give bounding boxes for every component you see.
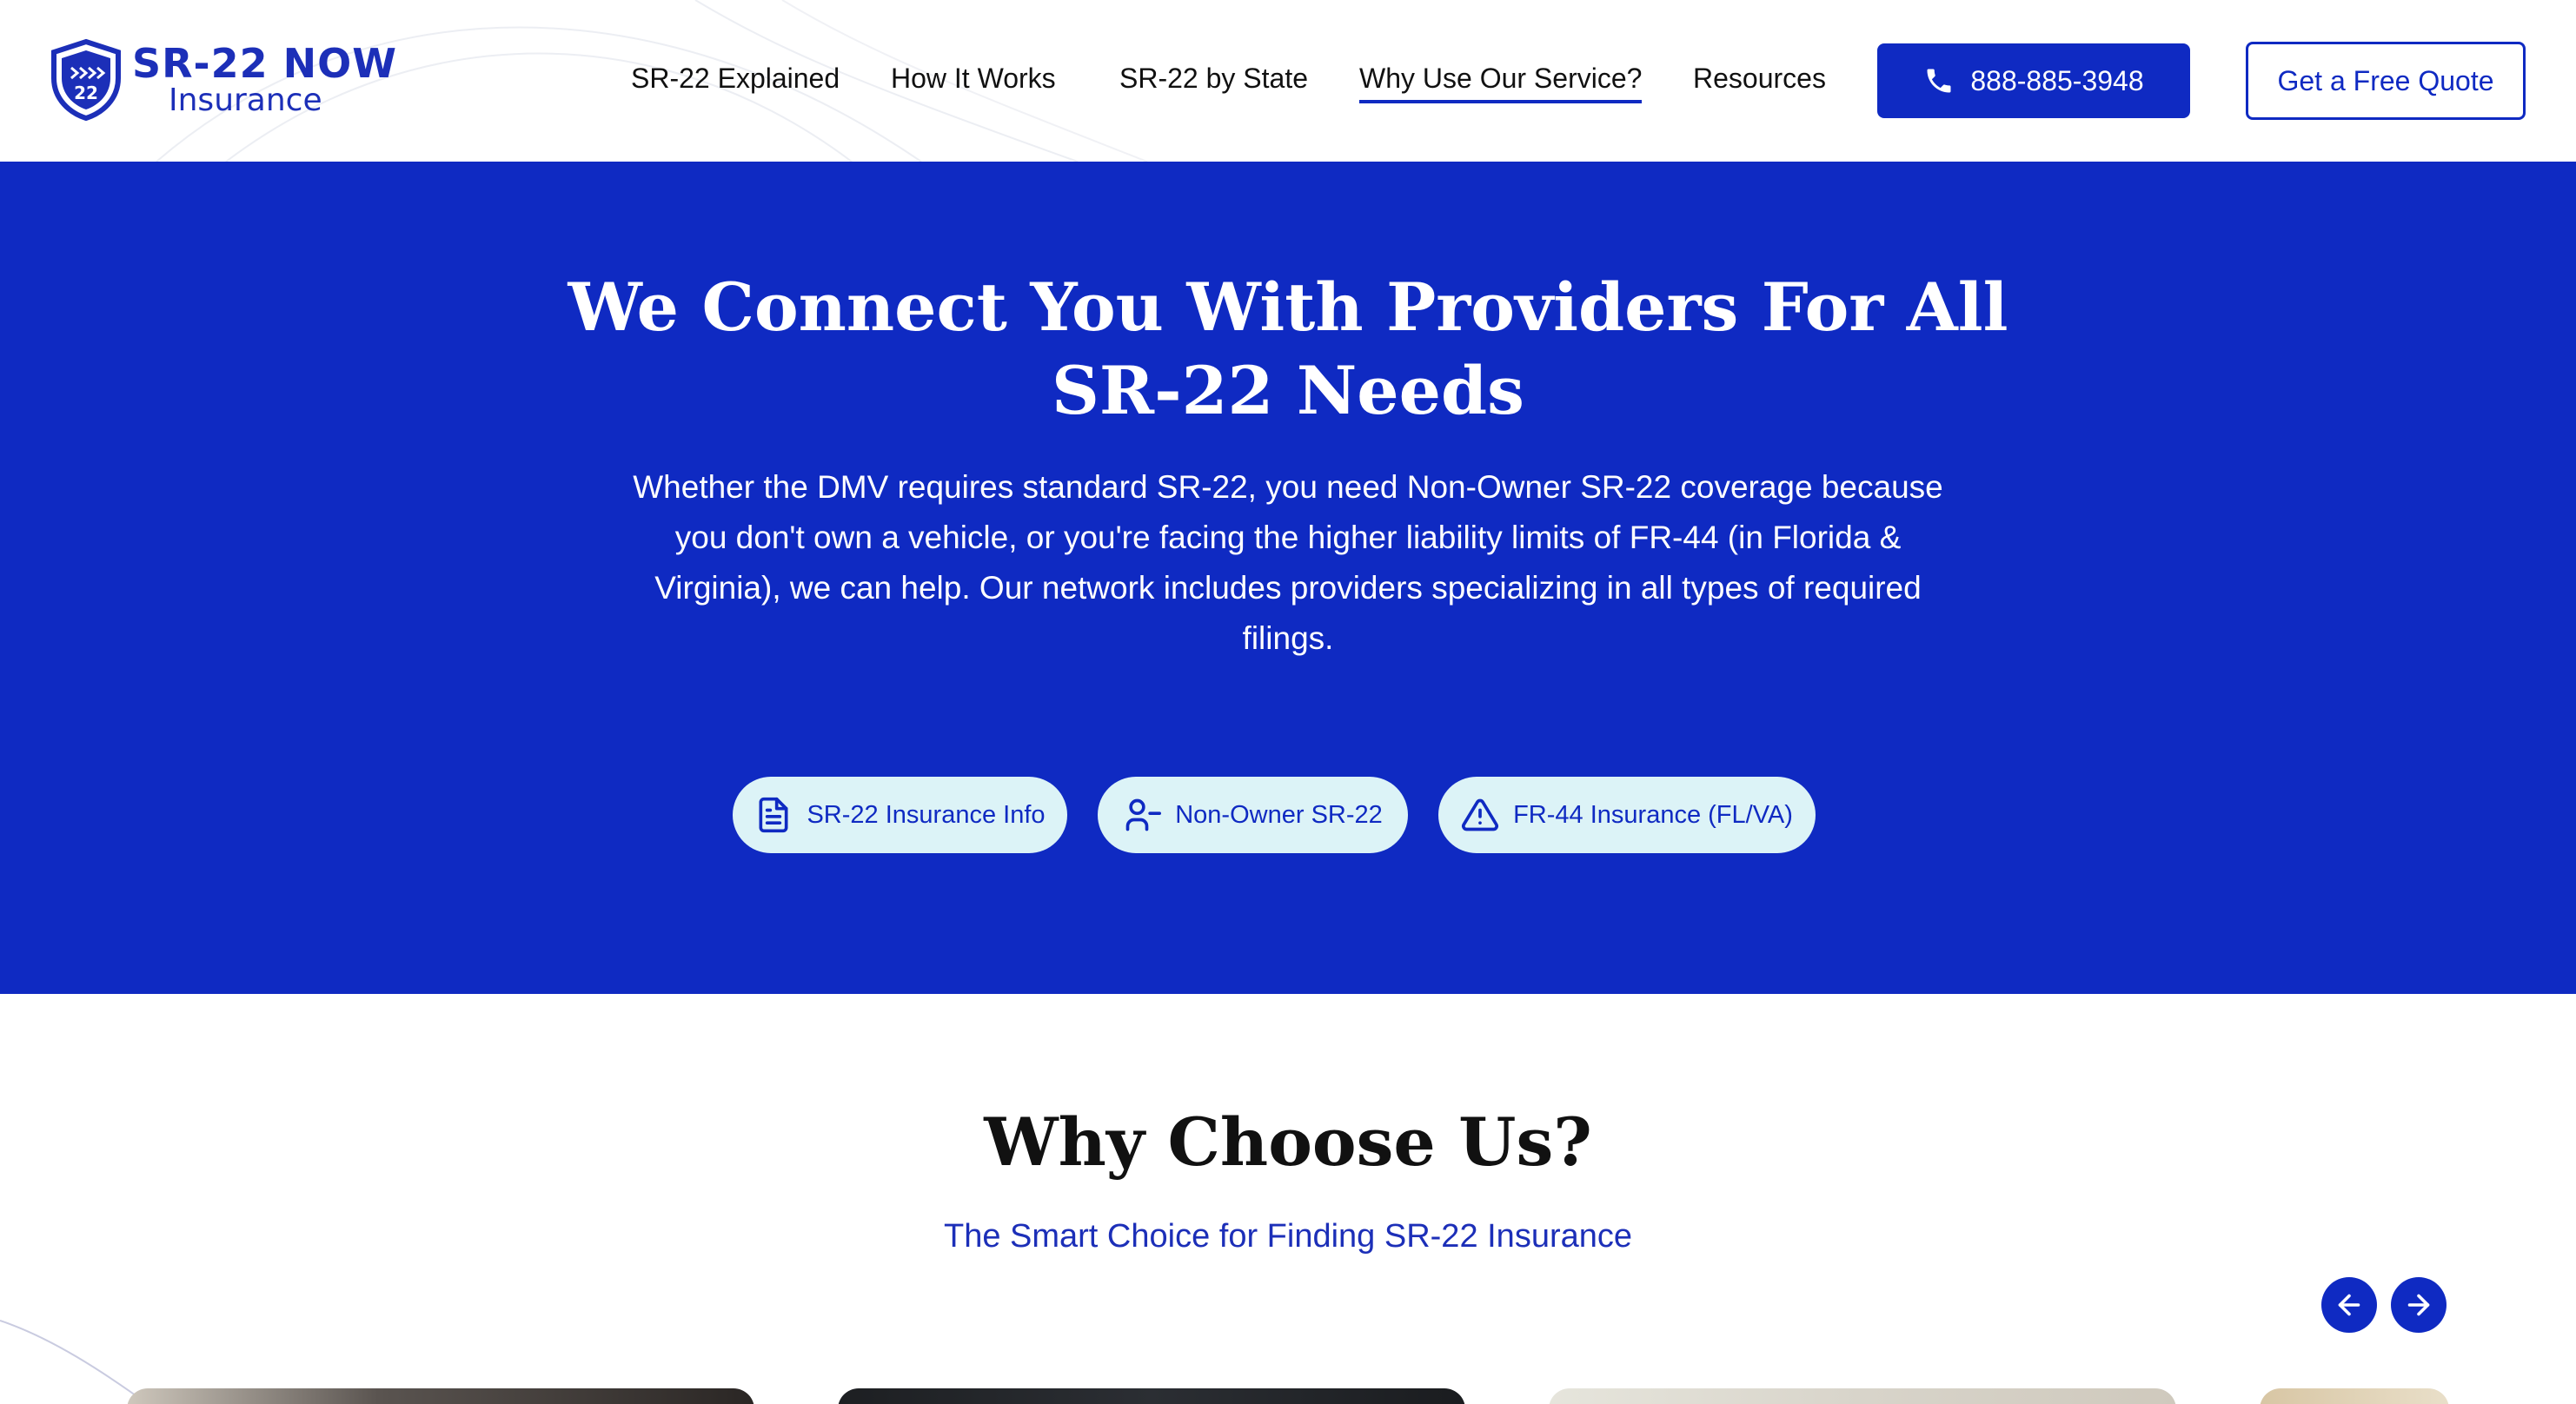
- phone-call-button[interactable]: 888-885-3948: [1877, 43, 2190, 118]
- why-choose-us-subtitle: The Smart Choice for Finding SR-22 Insur…: [943, 1218, 1633, 1255]
- nav-item-how-it-works[interactable]: How It Works: [891, 63, 1056, 95]
- sr22-insurance-info-pill[interactable]: SR-22 Insurance Info: [733, 777, 1067, 853]
- hero-description: Whether the DMV requires standard SR-22,…: [633, 469, 1943, 656]
- hero-title: We Connect You With Providers For All SR…: [0, 266, 2576, 433]
- hero-section: We Connect You With Providers For All SR…: [0, 162, 2576, 994]
- logo-sub-text: Insurance: [169, 83, 322, 118]
- service-pills: SR-22 Insurance Info Non-Owner SR-22 FR-…: [0, 777, 2576, 853]
- nav-item-sr22-by-state[interactable]: SR-22 by State: [1119, 63, 1308, 95]
- arrow-left-icon: [2338, 1294, 2360, 1316]
- document-icon: [759, 797, 788, 833]
- fr44-insurance-pill[interactable]: FR-44 Insurance (FL/VA): [1438, 777, 1816, 853]
- site-header: 22 SR-22 NOW Insurance SR-22 Explained H…: [0, 0, 2576, 162]
- nav-item-resources[interactable]: Resources: [1693, 63, 1826, 95]
- site-logo[interactable]: 22 SR-22 NOW Insurance: [49, 38, 397, 122]
- carousel-card-image[interactable]: [1549, 1388, 2176, 1404]
- hero-title-line1: We Connect You With Providers For All: [568, 268, 2008, 346]
- shield-logo-icon: 22: [51, 38, 121, 122]
- phone-number: 888-885-3948: [1970, 64, 2144, 96]
- arrow-right-icon: [2407, 1294, 2430, 1316]
- pill-label: FR-44 Insurance (FL/VA): [1513, 800, 1793, 829]
- non-owner-sr22-pill[interactable]: Non-Owner SR-22: [1098, 777, 1408, 853]
- pill-label: Non-Owner SR-22: [1175, 800, 1383, 829]
- carousel-card-image[interactable]: [838, 1388, 1465, 1404]
- carousel-next-button[interactable]: [2391, 1277, 2447, 1333]
- nav-item-sr22-explained[interactable]: SR-22 Explained: [631, 63, 840, 95]
- carousel-card-image[interactable]: [2260, 1388, 2449, 1404]
- carousel-prev-button[interactable]: [2321, 1277, 2377, 1333]
- svg-text:22: 22: [74, 83, 98, 103]
- phone-icon: [1927, 69, 1951, 93]
- carousel-card-image[interactable]: [127, 1388, 754, 1404]
- why-choose-us-title: Why Choose Us?: [984, 1103, 1592, 1181]
- hero-title-line2: SR-22 Needs: [1052, 352, 1524, 429]
- nav-item-why-use-our-service[interactable]: Why Use Our Service?: [1359, 63, 1643, 103]
- pill-label: SR-22 Insurance Info: [807, 800, 1046, 829]
- user-minus-icon: [1125, 798, 1162, 831]
- logo-main-text: SR-22 NOW: [132, 40, 398, 87]
- get-free-quote-button[interactable]: Get a Free Quote: [2246, 42, 2526, 120]
- warning-triangle-icon: [1462, 798, 1499, 831]
